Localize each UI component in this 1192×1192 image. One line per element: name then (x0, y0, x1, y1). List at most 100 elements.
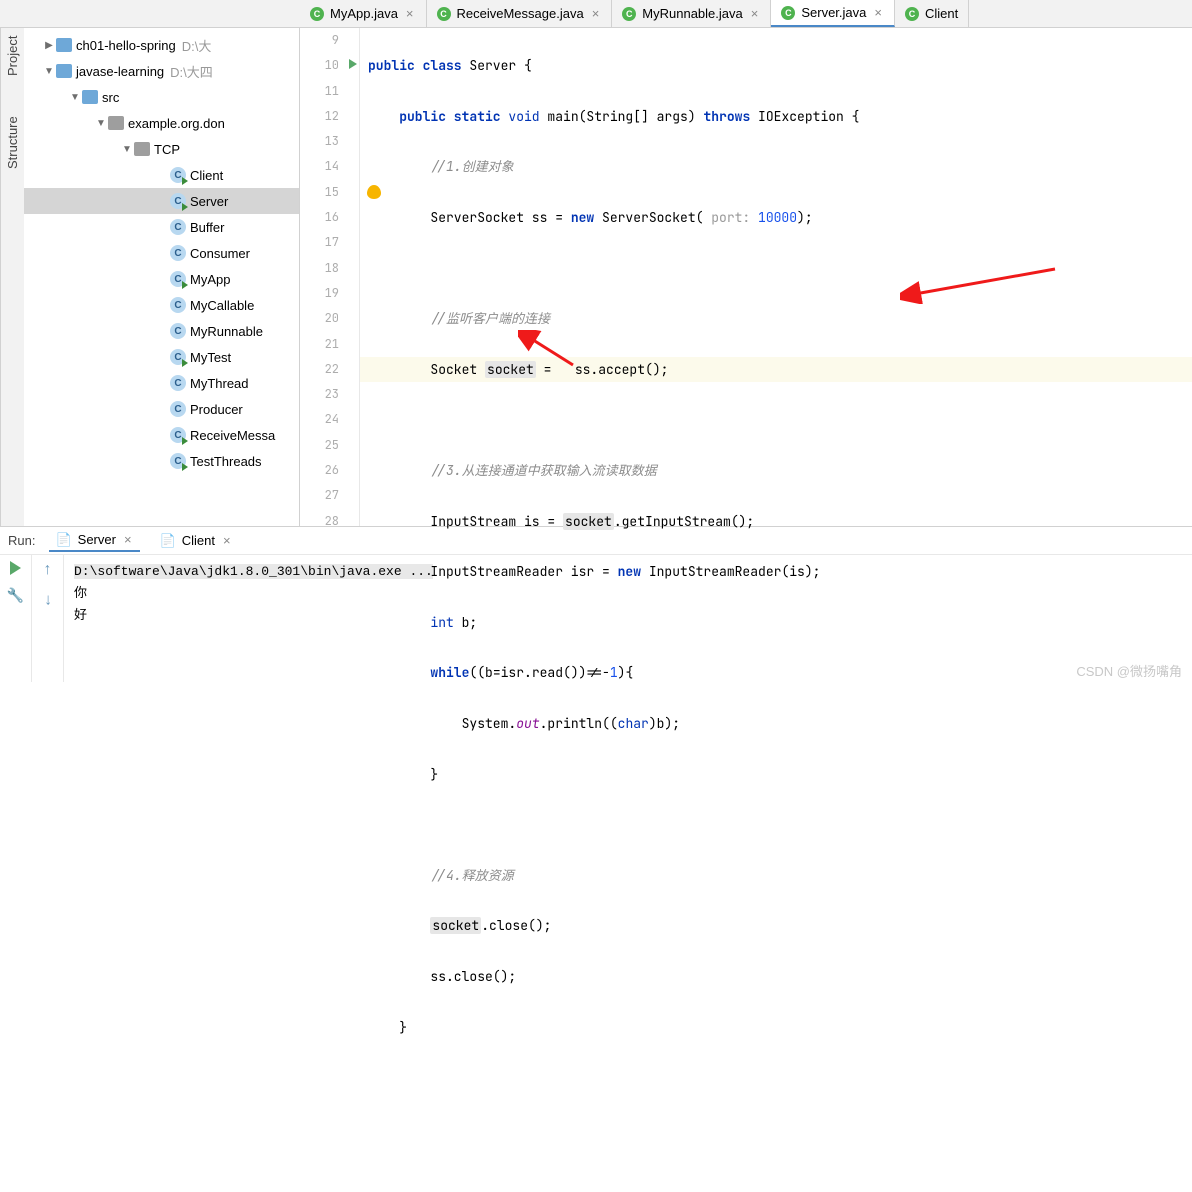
tab-myrunnable[interactable]: C MyRunnable.java × (612, 0, 771, 27)
tree-item-label: TCP (154, 142, 180, 157)
tree-item-ch01-hello-spring[interactable]: ▶ch01-hello-springD:\大 (24, 32, 299, 58)
chevron-icon[interactable]: ▼ (94, 118, 108, 129)
code-area[interactable]: public class Server { public static void… (360, 28, 1192, 526)
run-tab-server[interactable]: 📄 Server × (49, 530, 139, 552)
gutter-line[interactable]: 16 (300, 205, 359, 230)
gutter-line[interactable]: 10 (300, 53, 359, 78)
tree-item-label: Consumer (190, 246, 250, 261)
settings-icon[interactable]: 🔧 (7, 587, 24, 604)
java-class-icon: C (170, 297, 186, 313)
code-text: } (399, 1019, 407, 1036)
run-tab-client[interactable]: 📄 Client × (154, 531, 239, 551)
folder-icon (134, 142, 150, 156)
gutter-line[interactable]: 24 (300, 407, 359, 432)
gutter-line[interactable]: 21 (300, 332, 359, 357)
code-text: ){ (618, 664, 634, 681)
tree-item-producer[interactable]: CProducer (24, 396, 299, 422)
gutter-line[interactable]: 18 (300, 256, 359, 281)
gutter-line[interactable]: 15 (300, 180, 359, 205)
run-tab-label: Server (78, 532, 116, 547)
code-text: new (618, 563, 649, 580)
gutter-line[interactable]: 14 (300, 154, 359, 179)
tool-window-bar[interactable]: Structure Project (0, 28, 24, 526)
gutter-line[interactable]: 26 (300, 458, 359, 483)
code-text: ); (797, 209, 813, 226)
tree-item-tcp[interactable]: ▼ TCP (24, 136, 299, 162)
gutter-line[interactable]: 19 (300, 281, 359, 306)
tree-item-label: MyTest (190, 350, 231, 365)
gutter-line[interactable]: 11 (300, 79, 359, 104)
tab-server[interactable]: C Server.java × (771, 0, 895, 27)
code-text: ((b=isr.read())!=- (469, 664, 609, 681)
project-tool-label[interactable]: Project (5, 36, 20, 76)
code-comment: //3.从连接通道中获取输入流读取数据 (430, 462, 656, 479)
tree-item-consumer[interactable]: CConsumer (24, 240, 299, 266)
code-editor[interactable]: 910111213141516171819202122232425262728 … (300, 28, 1192, 526)
chevron-icon[interactable]: ▼ (68, 92, 82, 103)
chevron-icon[interactable]: ▼ (120, 144, 134, 155)
tree-item-label: Client (190, 168, 223, 183)
tree-item-label: src (102, 90, 119, 105)
run-toolbar: 🔧 (0, 555, 32, 682)
tree-item-myapp[interactable]: CMyApp (24, 266, 299, 292)
tree-item-mycallable[interactable]: CMyCallable (24, 292, 299, 318)
tree-item-myrunnable[interactable]: CMyRunnable (24, 318, 299, 344)
code-text: ss.close(); (430, 968, 516, 985)
java-class-icon: C (437, 7, 451, 21)
close-icon[interactable]: × (749, 6, 761, 21)
java-class-icon: C (170, 193, 186, 209)
close-icon[interactable]: × (404, 6, 416, 21)
tree-item-server[interactable]: CServer (24, 188, 299, 214)
java-class-icon: C (170, 271, 186, 287)
java-class-icon: C (170, 427, 186, 443)
gutter-line[interactable]: 12 (300, 104, 359, 129)
code-text: InputStreamReader isr = (430, 563, 617, 580)
tab-client[interactable]: C Client (895, 0, 969, 27)
close-icon[interactable]: × (122, 532, 134, 547)
code-text: InputStream is = (430, 513, 563, 530)
tree-item-buffer[interactable]: CBuffer (24, 214, 299, 240)
gutter-line[interactable]: 27 (300, 483, 359, 508)
gutter-line[interactable]: 9 (300, 28, 359, 53)
rerun-button[interactable] (10, 561, 21, 575)
run-gutter-icon[interactable] (349, 59, 357, 69)
code-text: Server { (469, 57, 531, 74)
tab-label: ReceiveMessage.java (457, 6, 584, 21)
tree-item-mytest[interactable]: CMyTest (24, 344, 299, 370)
gutter-line[interactable]: 22 (300, 357, 359, 382)
down-arrow-icon[interactable]: ↑ (44, 591, 52, 609)
tree-item-label: TestThreads (190, 454, 262, 469)
tab-receivemessage[interactable]: C ReceiveMessage.java × (427, 0, 613, 27)
tree-item-src[interactable]: ▼ src (24, 84, 299, 110)
close-icon[interactable]: × (872, 5, 884, 20)
gutter-line[interactable]: 20 (300, 306, 359, 331)
tree-item-label: ch01-hello-spring (76, 38, 176, 53)
structure-tool-label[interactable]: Structure (5, 116, 20, 169)
chevron-icon[interactable]: ▶ (42, 40, 56, 51)
gutter-line[interactable]: 13 (300, 129, 359, 154)
tree-item-receivemessa[interactable]: CReceiveMessa (24, 422, 299, 448)
code-text: public class (368, 57, 469, 74)
project-tree[interactable]: ▶ch01-hello-springD:\大▼javase-learningD:… (24, 28, 300, 526)
close-icon[interactable]: × (590, 6, 602, 21)
app-icon: 📄 (160, 533, 176, 549)
up-arrow-icon[interactable]: ↑ (44, 561, 52, 579)
gutter-line[interactable]: 28 (300, 509, 359, 534)
tree-item-example-org-don[interactable]: ▼example.org.don (24, 110, 299, 136)
code-text: new (571, 209, 602, 226)
tab-myapp[interactable]: C MyApp.java × (300, 0, 427, 27)
code-text: .close(); (481, 917, 551, 934)
gutter-line[interactable]: 25 (300, 433, 359, 458)
tree-item-javase-learning[interactable]: ▼javase-learningD:\大四 (24, 58, 299, 84)
tree-item-mythread[interactable]: CMyThread (24, 370, 299, 396)
tree-item-client[interactable]: CClient (24, 162, 299, 188)
java-class-icon: C (170, 323, 186, 339)
tree-item-testthreads[interactable]: CTestThreads (24, 448, 299, 474)
gutter-line[interactable]: 23 (300, 382, 359, 407)
tab-label: MyRunnable.java (642, 6, 742, 21)
code-text: } (430, 766, 438, 783)
gutter-line[interactable]: 17 (300, 230, 359, 255)
tab-label: Server.java (801, 5, 866, 20)
close-icon[interactable]: × (221, 533, 233, 548)
chevron-icon[interactable]: ▼ (42, 66, 56, 77)
